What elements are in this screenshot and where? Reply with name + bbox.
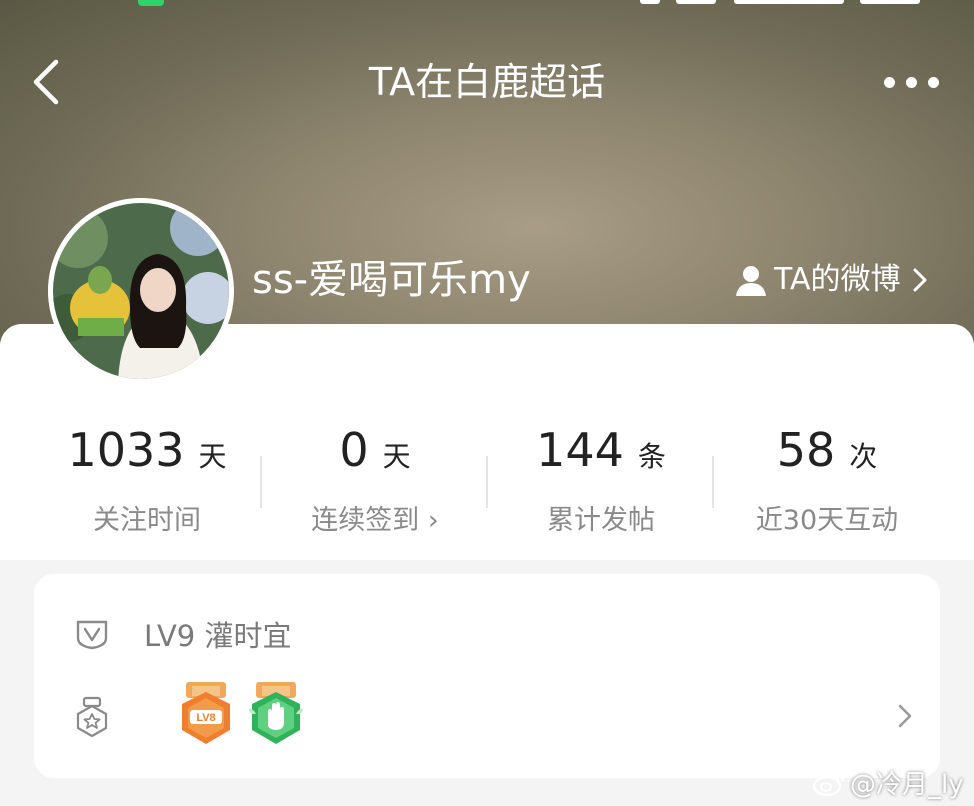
level-card: LV9 灌时宜 LV8: [34, 574, 940, 778]
weibo-link-label: TA的微博: [774, 262, 901, 297]
avatar-image: [48, 198, 234, 384]
user-icon: [736, 266, 766, 296]
avatar[interactable]: [48, 198, 234, 384]
hand-badge-icon: [249, 682, 303, 744]
stat-checkin-streak[interactable]: 0天 连续签到 ›: [262, 418, 488, 538]
network-icon: [860, 0, 920, 4]
stat-label: 连续签到 ›: [311, 505, 439, 536]
stat-interactions: 58 次 近30天互动: [714, 418, 940, 538]
stat-value: 0天: [262, 418, 488, 489]
status-indicator-icon: [138, 0, 164, 6]
page-title: TA在白鹿超话: [368, 60, 606, 104]
level-v-icon: [76, 620, 108, 650]
watermark-text: @冷月_ly: [850, 769, 964, 800]
level-row: LV9 灌时宜: [74, 610, 291, 658]
status-icon: [640, 0, 660, 4]
more-options-button[interactable]: [876, 62, 946, 102]
stat-number: 58: [776, 423, 836, 477]
more-dot-icon: [906, 77, 917, 88]
stats-row: 1033 天 关注时间 0天 连续签到 › 144 条 累计发帖 58 次 近30天互…: [34, 418, 940, 538]
more-dot-icon: [884, 77, 895, 88]
stat-total-posts: 144 条 累计发帖: [488, 418, 714, 538]
stat-unit: 天: [198, 440, 227, 473]
watermark: @冷月_ly: [812, 764, 964, 800]
stat-follow-days: 1033 天 关注时间: [34, 418, 260, 538]
stat-label: 关注时间: [93, 505, 201, 536]
stat-value: 58 次: [714, 418, 940, 489]
stat-value: 144 条: [488, 418, 714, 489]
stat-label: 近30天互动: [755, 505, 899, 536]
level-text: LV9 灌时宜: [144, 619, 292, 653]
more-dot-icon: [928, 77, 939, 88]
signal-icon: [734, 0, 844, 4]
stat-unit: 次: [849, 440, 878, 473]
stat-number: 1033: [67, 423, 185, 477]
stat-label: 累计发帖: [547, 505, 655, 536]
stat-unit: 天: [382, 440, 411, 473]
stat-unit: 条: [637, 440, 666, 473]
medal-icon: [76, 696, 108, 738]
badge-row[interactable]: LV8: [74, 678, 914, 754]
battery-icon: [676, 0, 716, 4]
weibo-profile-link[interactable]: TA的微博: [734, 260, 929, 300]
chevron-right-icon: [898, 704, 912, 728]
weibo-logo-icon: [812, 770, 845, 796]
lv-badge-icon: LV8: [182, 682, 230, 744]
status-bar: [0, 0, 974, 10]
stat-value: 1033 天: [34, 418, 260, 489]
svg-text:LV8: LV8: [196, 712, 215, 724]
chevron-right-icon: [913, 268, 927, 292]
stat-number: 144: [536, 423, 624, 477]
username: ss-爱喝可乐my: [252, 257, 531, 303]
stat-number: 0: [339, 423, 369, 477]
